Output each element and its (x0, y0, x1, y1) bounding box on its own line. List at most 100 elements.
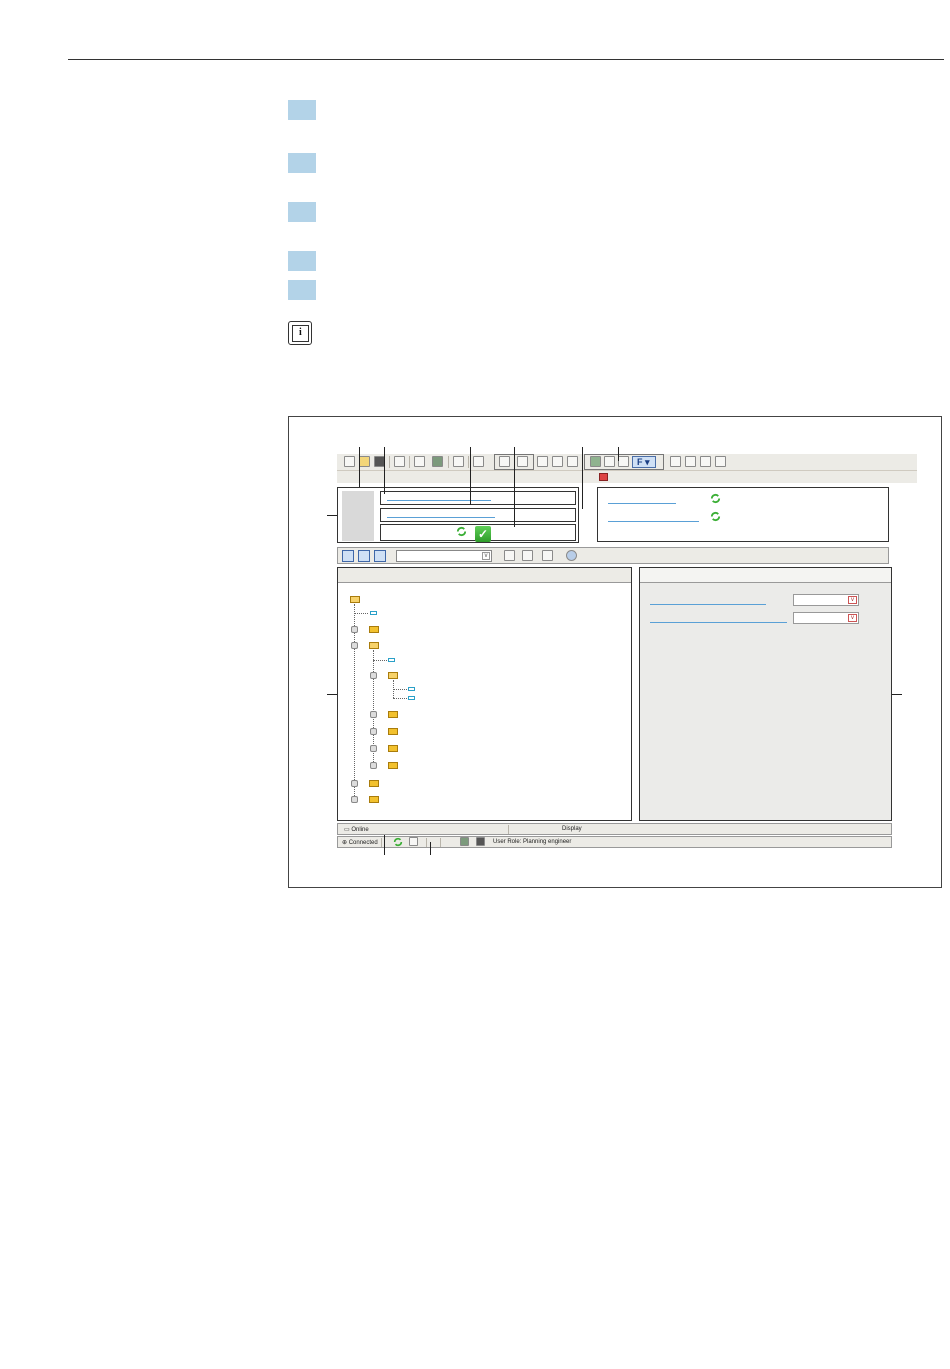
working-area-pane: v v (639, 567, 892, 821)
layout-split-icon[interactable] (358, 550, 370, 562)
parameter-1-link-line[interactable] (650, 604, 766, 605)
help-icon[interactable] (566, 550, 577, 561)
nav-first-icon[interactable] (670, 456, 681, 467)
folder-icon[interactable] (369, 626, 379, 633)
toolbox-icon[interactable] (414, 456, 425, 467)
step-marker-3 (288, 202, 316, 222)
parameter-1-select[interactable]: v (793, 594, 859, 606)
upload-icon[interactable] (537, 456, 548, 467)
user-role-label: User Role: Planning engineer (493, 839, 572, 845)
open-folder-icon[interactable] (388, 672, 398, 679)
folder-icon[interactable] (369, 780, 379, 787)
device-tag-field (380, 508, 576, 522)
open-folder-icon[interactable] (369, 642, 379, 649)
layout-left-icon[interactable] (342, 550, 354, 562)
step-marker-1 (288, 100, 316, 120)
view-toolbar: v (337, 547, 889, 564)
parameter-leaf-icon[interactable] (388, 658, 395, 662)
callout-line-bottom-2 (430, 842, 431, 855)
tree-expander[interactable] (370, 745, 377, 752)
callout-line-3 (470, 447, 471, 505)
device-name-link-line (387, 500, 491, 501)
callout-line-left-2 (327, 694, 337, 695)
step-marker-2 (288, 153, 316, 173)
folder-icon[interactable] (388, 711, 398, 718)
tree-expander[interactable] (351, 796, 358, 803)
layout-right-icon[interactable] (374, 550, 386, 562)
value-2-link-line (608, 521, 699, 522)
navigation-tree-pane (337, 567, 632, 821)
callout-line-1 (359, 447, 360, 487)
step-marker-5 (288, 280, 316, 300)
parameter-leaf-icon[interactable] (408, 687, 415, 691)
nav-prev-icon[interactable] (685, 456, 696, 467)
open-folder-icon[interactable] (359, 456, 370, 467)
measured-values-panel (597, 487, 889, 542)
display-label: Display (562, 826, 582, 832)
tree-expander[interactable] (370, 711, 377, 718)
connection-status: ⊕ Connected (342, 840, 378, 846)
nav-next-icon[interactable] (700, 456, 711, 467)
online-parameter-icon[interactable] (590, 456, 601, 467)
working-area-header (640, 568, 891, 583)
value-2-refresh-icon (710, 511, 721, 522)
callout-line-right (892, 694, 902, 695)
view-select[interactable]: v (396, 550, 492, 562)
step-marker-4 (288, 251, 316, 271)
manual-reference-icon: i (288, 321, 312, 345)
device-tag-link-line (387, 517, 495, 518)
parameter-2-select[interactable]: v (793, 612, 859, 624)
tree-expander[interactable] (351, 626, 358, 633)
tree-expander[interactable] (370, 672, 377, 679)
secondary-toolbar (337, 471, 917, 483)
folder-icon[interactable] (369, 796, 379, 803)
user-icon (409, 837, 418, 846)
print-icon[interactable] (394, 456, 405, 467)
status-bar: ⊕ Connected User Role: Planning engineer (337, 836, 892, 848)
device-header-panel: ✓ (337, 487, 579, 543)
callout-line-2 (384, 447, 385, 494)
device-image-placeholder (342, 491, 374, 541)
parameter-2-link-line[interactable] (650, 622, 787, 623)
header-rule (68, 59, 944, 60)
download-icon[interactable] (552, 456, 563, 467)
folder-icon[interactable] (388, 762, 398, 769)
device-icon[interactable] (432, 456, 443, 467)
disconnect-icon[interactable] (517, 456, 528, 467)
status-refresh-icon (393, 837, 403, 847)
tree-expander[interactable] (370, 728, 377, 735)
parameter-leaf-icon[interactable] (370, 611, 377, 615)
folder-icon[interactable] (388, 728, 398, 735)
memory-icon (476, 837, 485, 846)
tools-icon[interactable] (504, 550, 515, 561)
diagnosis-icon[interactable] (604, 456, 615, 467)
new-file-icon[interactable] (344, 456, 355, 467)
value-1-link-line (608, 503, 676, 504)
value-1-refresh-icon (710, 493, 721, 504)
root-folder-icon[interactable] (350, 596, 360, 603)
envelope-icon[interactable] (522, 550, 533, 561)
callout-line-bottom-1 (384, 835, 385, 855)
navigation-pane-header (338, 568, 631, 583)
connect-icon[interactable] (499, 456, 510, 467)
callout-line-5 (582, 447, 583, 509)
tab-online[interactable]: ▭ Online (344, 826, 369, 833)
tree-expander[interactable] (351, 780, 358, 787)
window-icon[interactable] (453, 456, 464, 467)
folder-icon[interactable] (388, 745, 398, 752)
home-icon[interactable] (599, 473, 608, 481)
device-name-field (380, 491, 576, 505)
sync-icon (456, 526, 467, 537)
printer-icon[interactable] (542, 550, 553, 561)
heart-icon[interactable] (618, 456, 629, 467)
callout-line-4 (514, 447, 515, 527)
layout-icon[interactable] (473, 456, 484, 467)
callout-line-6 (618, 447, 619, 461)
nav-last-icon[interactable] (715, 456, 726, 467)
compare-icon[interactable] (567, 456, 578, 467)
function-button[interactable]: F ▾ (632, 456, 656, 468)
parameter-leaf-icon[interactable] (408, 696, 415, 700)
tree-expander[interactable] (351, 642, 358, 649)
tree-expander[interactable] (370, 762, 377, 769)
main-toolbar: F ▾ (337, 454, 917, 471)
